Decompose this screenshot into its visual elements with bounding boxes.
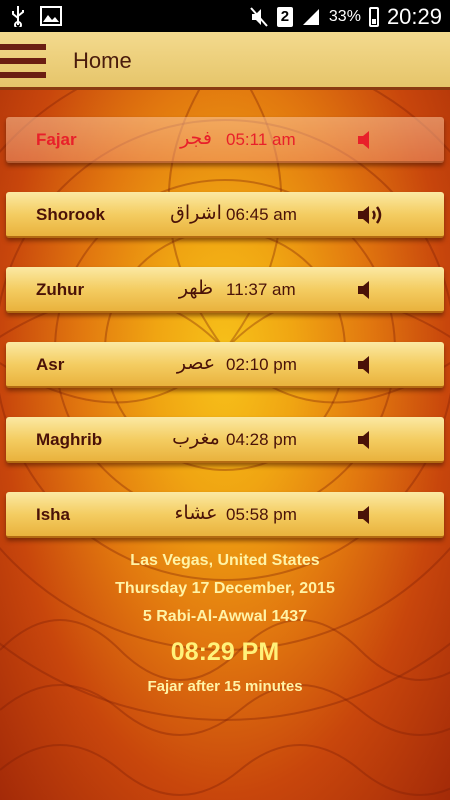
prayer-name: Asr <box>36 355 65 374</box>
speaker-loud-icon[interactable] <box>354 203 388 227</box>
status-time: 20:29 <box>386 4 442 29</box>
speaker-icon[interactable] <box>354 503 388 527</box>
location-label: Las Vegas, United States <box>130 552 320 569</box>
prayer-list: Fajar فجر 05:11 am Shorook اشراق 06:45 a… <box>6 117 444 567</box>
status-bar: 2 33% 20:29 <box>0 0 450 32</box>
mute-icon <box>250 7 268 27</box>
prayer-name: Shorook <box>36 205 105 224</box>
app-screen: 2 33% 20:29 Home Fajar فجر 05:11 am Shor… <box>0 0 450 800</box>
prayer-row-isha[interactable]: Isha عشاء 05:58 pm <box>6 492 444 538</box>
prayer-arabic-name: مغرب <box>172 427 220 449</box>
usb-icon <box>12 6 24 27</box>
prayer-name: Maghrib <box>36 430 103 449</box>
speaker-icon[interactable] <box>354 428 388 452</box>
page-title: Home <box>73 48 132 73</box>
hijri-date: 5 Rabi-Al-Awwal 1437 <box>142 608 308 625</box>
app-bar: Home <box>0 32 450 90</box>
prayer-arabic-name: ظهر <box>178 277 214 299</box>
battery-icon <box>368 7 379 27</box>
signal-icon <box>302 9 319 25</box>
current-clock: 08:29 PM <box>170 638 280 666</box>
prayer-time: 04:28 pm <box>226 430 297 449</box>
prayer-arabic-name: فجر <box>180 127 212 149</box>
prayer-name: Isha <box>36 505 71 524</box>
gregorian-date: Thursday 17 December, 2015 <box>115 580 335 597</box>
speaker-icon[interactable] <box>354 278 388 302</box>
prayer-row-zuhur[interactable]: Zuhur ظهر 11:37 am <box>6 267 444 313</box>
prayer-time: 06:45 am <box>226 205 297 224</box>
prayer-arabic-name: عشاء <box>174 502 218 524</box>
sim-indicator: 2 <box>276 7 293 27</box>
prayer-name: Zuhur <box>36 280 85 299</box>
next-prayer-countdown: Fajar after 15 minutes <box>147 678 303 695</box>
prayer-time: 02:10 pm <box>226 355 297 374</box>
prayer-time: 05:58 pm <box>226 505 297 524</box>
prayer-row-shorook[interactable]: Shorook اشراق 06:45 am <box>6 192 444 238</box>
prayer-arabic-name: اشراق <box>170 202 222 224</box>
prayer-time: 11:37 am <box>226 280 296 299</box>
prayer-row-asr[interactable]: Asr عصر 02:10 pm <box>6 342 444 388</box>
speaker-icon[interactable] <box>354 128 388 152</box>
prayer-row-maghrib[interactable]: Maghrib مغرب 04:28 pm <box>6 417 444 463</box>
menu-icon[interactable] <box>0 42 48 80</box>
image-icon <box>40 6 62 26</box>
prayer-arabic-name: عصر <box>176 352 216 374</box>
prayer-row-fajar[interactable]: Fajar فجر 05:11 am <box>6 117 444 163</box>
battery-percent: 33% <box>328 8 361 25</box>
speaker-icon[interactable] <box>354 353 388 377</box>
prayer-time: 05:11 am <box>226 130 296 149</box>
prayer-name: Fajar <box>36 130 77 149</box>
